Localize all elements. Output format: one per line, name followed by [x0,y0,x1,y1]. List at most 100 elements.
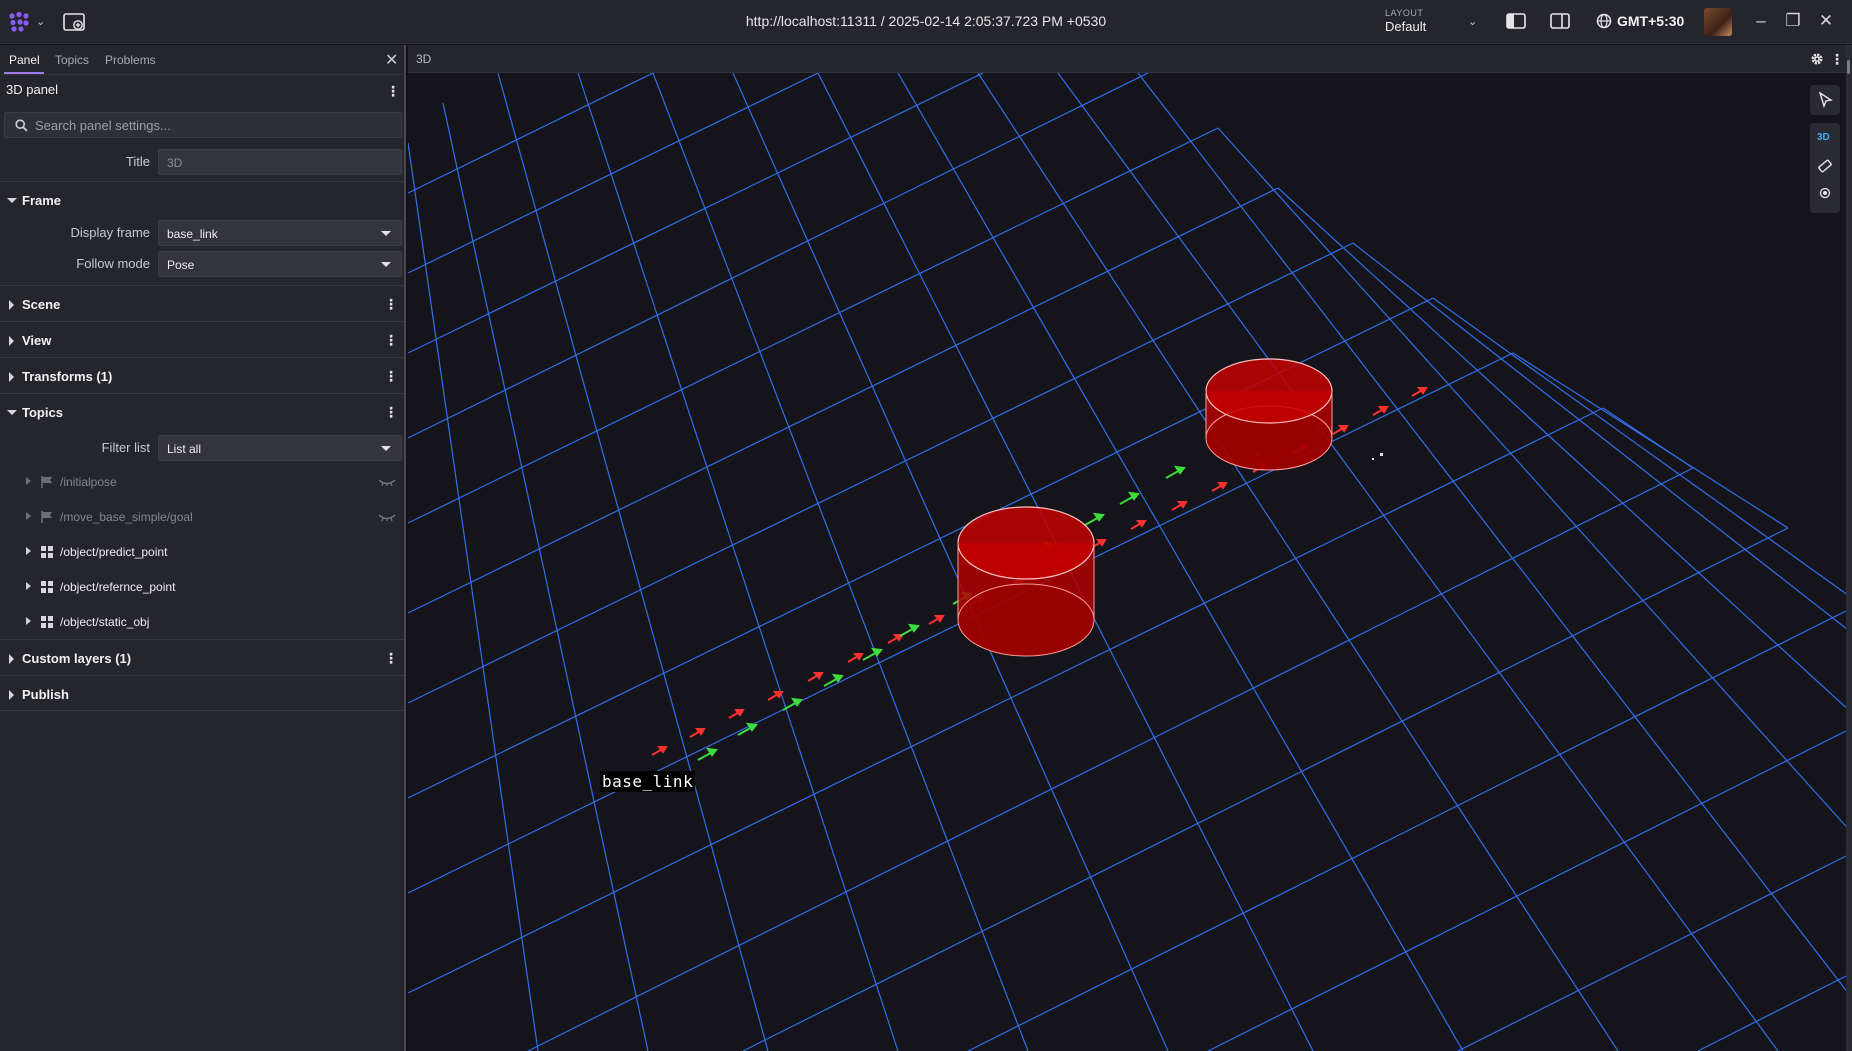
tab-panel[interactable]: Panel [9,53,40,67]
panel-menu-icon[interactable]: ⋮ [386,84,400,98]
follow-mode-label: Follow mode [76,256,150,271]
topic-row-predict-point[interactable]: /object/predict_point [0,535,404,569]
section-custom-layers-label: Custom layers (1) [22,651,132,666]
section-menu-icon[interactable]: ⋮ [384,651,398,665]
topic-row-static-obj[interactable]: /object/static_obj [0,605,404,639]
section-publish[interactable]: Publish [0,675,404,711]
section-publish-label: Publish [22,687,69,702]
title-label: Title [125,154,150,169]
tab-topics[interactable]: Topics [55,53,89,67]
topic-name: /move_base_simple/goal [60,510,193,524]
user-avatar[interactable] [1704,8,1732,36]
display-frame-select[interactable]: base_link [158,220,402,246]
filter-list-label: Filter list [101,440,150,455]
collapsed-caret-icon [9,372,14,382]
section-menu-icon[interactable]: ⋮ [384,333,398,347]
topic-row-initialpose[interactable]: /initialpose [0,465,404,499]
collapsed-caret-icon [9,690,14,700]
tab-problems[interactable]: Problems [105,53,156,67]
app-toolbar: ⌄ http://localhost:11311 / 2025-02-14 2:… [0,0,1852,44]
settings-sidebar: Panel Topics Problems ✕ 3D panel ⋮ Title… [0,45,406,1051]
display-frame-label: Display frame [70,225,150,240]
search-input[interactable] [35,118,395,133]
search-icon [15,119,28,132]
dropdown-caret-icon [381,446,391,451]
topic-row-move-base-goal[interactable]: /move_base_simple/goal [0,500,404,534]
follow-mode-select[interactable]: Pose [158,251,402,277]
globe-clock-icon[interactable] [1596,13,1612,29]
window-title: http://localhost:11311 / 2025-02-14 2:05… [745,13,1107,29]
cursor-icon [1818,92,1833,108]
gear-icon[interactable] [1810,52,1824,66]
viewport-scrollbar[interactable] [1846,45,1852,1051]
expanded-caret-icon [7,410,17,415]
section-custom-layers[interactable]: Custom layers (1) ⋮ [0,639,404,675]
section-scene-label: Scene [22,297,61,312]
flag-icon [41,511,52,523]
title-field[interactable]: 3D [158,149,402,175]
topic-row-refernce-point[interactable]: /object/refernce_point [0,570,404,604]
left-sidebar-toggle-icon[interactable] [1506,12,1526,30]
3d-scene[interactable] [408,73,1852,1051]
section-frame[interactable]: Frame [0,181,404,217]
static-obj-cylinder-far [1205,358,1333,471]
minimize-icon[interactable]: – [1750,11,1772,31]
3d-mode-toggle[interactable]: 3D [1817,132,1830,143]
grid-icon [41,546,53,558]
topic-name: /initialpose [60,475,117,489]
dropdown-caret-icon [381,231,391,236]
eye-closed-icon[interactable] [378,478,396,486]
expand-caret-icon[interactable] [26,547,31,555]
topic-name: /object/predict_point [60,545,168,559]
collapsed-caret-icon [9,654,14,664]
scrollbar-thumb[interactable] [1847,60,1850,74]
maximize-icon[interactable]: ❐ [1782,11,1804,31]
sidebar-tabs: Panel Topics Problems ✕ [0,45,406,75]
frame-label-base-link: base_link [600,771,696,792]
timezone-label[interactable]: GMT+5:30 [1617,13,1684,29]
flag-icon [41,476,52,488]
right-sidebar-toggle-icon[interactable] [1550,12,1570,30]
section-view[interactable]: View ⋮ [0,321,404,357]
panel-toolbar: 3D ⋮ [408,45,1852,73]
topic-name: /object/static_obj [60,615,150,629]
display-frame-value: base_link [167,227,218,241]
ground-grid [408,73,1852,1051]
settings-search[interactable] [4,112,402,138]
publish-point-icon[interactable] [1819,187,1831,199]
section-menu-icon[interactable]: ⋮ [384,369,398,383]
expand-caret-icon[interactable] [26,512,31,520]
active-tab-indicator [4,72,44,74]
collapsed-caret-icon [9,336,14,346]
section-scene[interactable]: Scene ⋮ [0,285,404,321]
topic-name: /object/refernce_point [60,580,176,594]
section-transforms-label: Transforms (1) [22,369,113,384]
expanded-caret-icon [7,198,17,203]
expand-caret-icon[interactable] [26,582,31,590]
grid-icon [41,581,53,593]
close-window-icon[interactable]: ✕ [1815,11,1837,31]
collapsed-caret-icon [9,300,14,310]
section-transforms[interactable]: Transforms (1) ⋮ [0,357,404,393]
eye-closed-icon[interactable] [378,513,396,521]
3d-viewport[interactable]: 3D ⋮ base_link 3D [408,45,1852,1051]
ruler-icon[interactable] [1817,158,1833,174]
section-menu-icon[interactable]: ⋮ [384,297,398,311]
filter-list-value: List all [167,442,202,456]
panel-menu-icon[interactable]: ⋮ [1830,51,1844,68]
filter-list-select[interactable]: List all [158,435,402,461]
section-topics[interactable]: Topics ⋮ [0,393,404,429]
expand-caret-icon[interactable] [26,477,31,485]
section-menu-icon[interactable]: ⋮ [384,405,398,419]
panel-title: 3D panel [6,82,59,97]
grid-icon [41,616,53,628]
static-obj-cylinder-near [957,506,1095,657]
section-topics-label: Topics [22,405,63,420]
select-tool-button[interactable] [1810,85,1840,115]
expand-caret-icon[interactable] [26,617,31,625]
section-view-label: View [22,333,52,348]
follow-mode-value: Pose [167,258,195,272]
layout-chevron-icon[interactable]: ⌄ [1468,15,1477,28]
close-sidebar-icon[interactable]: ✕ [385,50,398,70]
view-tool-group: 3D [1810,123,1840,213]
